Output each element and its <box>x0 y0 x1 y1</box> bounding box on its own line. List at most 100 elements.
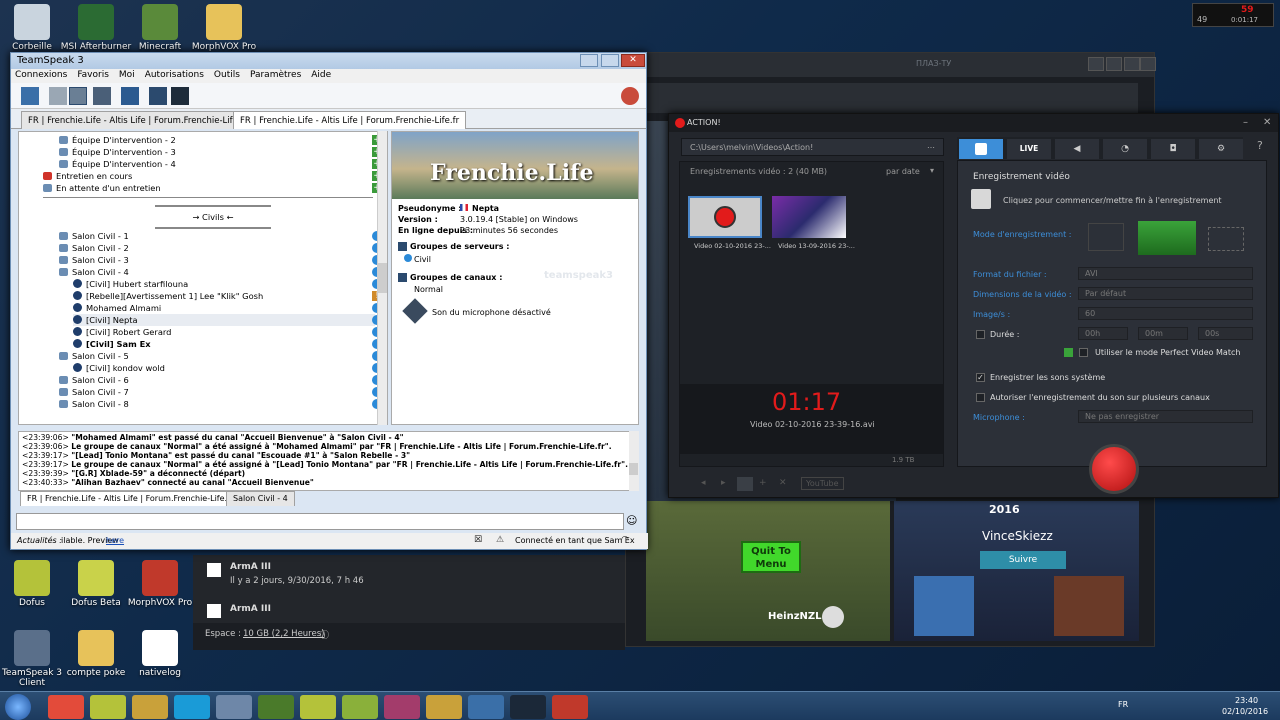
mute-speakers-icon[interactable] <box>93 87 111 105</box>
tree-channel[interactable]: Équipe D'intervention - 3 <box>59 146 375 158</box>
recording-thumb-2[interactable] <box>772 196 846 238</box>
upload-icon[interactable]: + <box>759 478 767 488</box>
taskbar-skype-icon[interactable] <box>174 695 210 719</box>
disconnect-icon[interactable] <box>49 87 67 105</box>
menu-item[interactable]: Autorisations <box>145 70 204 80</box>
tree-user[interactable]: [Civil] Hubert starfilouna <box>73 278 375 290</box>
mute-mic-icon[interactable] <box>69 87 87 105</box>
menu-item[interactable]: Connexions <box>15 70 67 80</box>
tree-user[interactable]: [Civil] kondov wold <box>73 362 375 374</box>
path-bar[interactable]: C:\Users\melvin\Videos\Action! … <box>681 138 944 156</box>
tree-channel[interactable]: Salon Civil - 8 <box>59 398 375 410</box>
tab-screenshot[interactable]: ◘ <box>1151 139 1195 159</box>
tree-channel[interactable]: En attente d'un entretien <box>43 182 375 194</box>
server-tab-1[interactable]: FR | Frenchie.Life - Altis Life | Forum.… <box>21 111 255 129</box>
menu-item[interactable]: Favoris <box>77 70 109 80</box>
multi-channel-checkbox[interactable] <box>976 393 985 402</box>
tab-benchmark[interactable]: ◔ <box>1103 139 1147 159</box>
duration-hours[interactable]: 00h <box>1078 327 1128 340</box>
tree-user[interactable]: [Civil] Sam Ex <box>73 338 375 350</box>
mode-region-button[interactable] <box>1208 227 1244 251</box>
away-icon[interactable] <box>121 87 139 105</box>
system-sounds-checkbox[interactable]: ✓ <box>976 373 985 382</box>
language-indicator[interactable]: FR <box>1118 700 1128 709</box>
tree-channel[interactable]: Salon Civil - 2 <box>59 242 375 254</box>
menu-item[interactable]: Moi <box>119 70 135 80</box>
log-scrollbar[interactable] <box>629 431 639 491</box>
steam-maximize-button[interactable] <box>1124 57 1140 71</box>
sort-chevron-icon[interactable]: ▾ <box>930 166 934 175</box>
prev-icon[interactable]: ◂ <box>701 478 706 488</box>
desktop-icon[interactable]: nativelog <box>120 630 200 678</box>
start-button[interactable] <box>5 694 31 720</box>
maximize-button[interactable] <box>601 54 619 67</box>
keyboard-shortcut-icon[interactable] <box>971 189 991 209</box>
play-icon[interactable]: ▸ <box>721 478 726 488</box>
contacts-icon[interactable] <box>149 87 167 105</box>
duration-minutes[interactable]: 00m <box>1138 327 1188 340</box>
taskbar-league-icon[interactable] <box>132 695 168 719</box>
tab-settings[interactable]: ⚙ <box>1199 139 1243 159</box>
fps-select[interactable]: 60 <box>1078 307 1253 320</box>
steam-minimize-button[interactable] <box>1106 57 1122 71</box>
whisper-icon[interactable] <box>171 87 189 105</box>
follow-button[interactable]: Suivre <box>980 551 1066 569</box>
tree-scrollbar[interactable] <box>377 131 387 425</box>
taskbar-dofus-2-icon[interactable] <box>342 695 378 719</box>
server-tab-2[interactable]: FR | Frenchie.Life - Altis Life | Forum.… <box>233 111 467 129</box>
sort-label[interactable]: par date <box>886 167 920 176</box>
taskbar-dofus-icon[interactable] <box>90 695 126 719</box>
mode-game-button[interactable] <box>1088 223 1124 251</box>
format-select[interactable]: AVI <box>1078 267 1253 280</box>
help-icon[interactable]: ? <box>1257 139 1263 152</box>
close-button[interactable]: ✕ <box>621 54 645 67</box>
space-value[interactable]: 10 GB (2,2 Heures) <box>243 629 324 639</box>
folder-icon[interactable] <box>737 477 753 491</box>
tree-user[interactable]: [Civil] Nepta <box>73 314 375 326</box>
browse-icon[interactable]: … <box>927 141 935 150</box>
steam-tile-streamer[interactable]: 2016 VinceSkiezz Suivre <box>894 501 1139 641</box>
microphone-select[interactable]: Ne pas enregistrer <box>1078 410 1253 423</box>
tree-channel[interactable]: Salon Civil - 3 <box>59 254 375 266</box>
record-button[interactable] <box>1089 444 1139 494</box>
youtube-button[interactable]: YouTube <box>801 477 844 490</box>
news-link[interactable]: here <box>106 536 124 545</box>
minimize-button[interactable]: – <box>1243 117 1248 128</box>
recording-thumb-1[interactable] <box>688 196 762 238</box>
info-icon[interactable]: ⓘ <box>320 628 329 641</box>
tree-channel[interactable]: Salon Civil - 4 <box>59 266 375 278</box>
desktop-icon[interactable]: MorphVOX Pro <box>120 560 200 608</box>
close-button[interactable]: ✕ <box>1263 117 1271 128</box>
log-scroll-thumb[interactable] <box>629 463 638 475</box>
chat-input[interactable] <box>16 513 624 530</box>
close-news-icon[interactable]: ☒ <box>474 535 482 545</box>
menu-item[interactable]: Outils <box>214 70 240 80</box>
channel-tree[interactable]: Équipe D'intervention - 2+Équipe D'inter… <box>18 131 388 425</box>
tree-channel[interactable]: Salon Civil - 6 <box>59 374 375 386</box>
steam-settings-button[interactable] <box>1088 57 1104 71</box>
emoji-icon[interactable]: ☺ <box>626 514 637 527</box>
taskbar-player-icon[interactable] <box>468 695 504 719</box>
chat-tab-channel[interactable]: Salon Civil - 4 <box>226 491 295 506</box>
taskbar-chrome-icon[interactable] <box>48 695 84 719</box>
taskbar-league-2-icon[interactable] <box>426 695 462 719</box>
help-small-icon[interactable] <box>1064 348 1073 357</box>
delete-icon[interactable]: ✕ <box>779 478 787 488</box>
taskbar-steam-icon[interactable] <box>510 695 546 719</box>
dimensions-select[interactable]: Par défaut <box>1078 287 1253 300</box>
duration-checkbox[interactable] <box>976 330 985 339</box>
tab-video-recording[interactable] <box>959 139 1003 159</box>
steam-tile-heinz[interactable]: Quit To Menu HeinzNZL <box>646 461 890 641</box>
perfect-match-checkbox[interactable] <box>1079 348 1088 357</box>
clock-time[interactable]: 23:40 <box>1235 696 1258 705</box>
tree-channel[interactable]: Salon Civil - 7 <box>59 386 375 398</box>
tab-live[interactable]: LIVE <box>1007 139 1051 159</box>
taskbar-teamspeak-icon[interactable] <box>216 695 252 719</box>
tree-user[interactable]: [Rebelle][Avertissement 1] Lee "Klik" Go… <box>73 290 375 302</box>
tree-scroll-thumb[interactable] <box>378 263 387 293</box>
chat-tab-server[interactable]: FR | Frenchie.Life - Altis Life | Forum.… <box>20 491 241 506</box>
minimize-button[interactable] <box>580 54 598 67</box>
taskbar-minecraft-icon[interactable] <box>258 695 294 719</box>
tree-user[interactable]: [Civil] Robert Gerard <box>73 326 375 338</box>
tree-channel[interactable]: Équipe D'intervention - 2 <box>59 134 375 146</box>
